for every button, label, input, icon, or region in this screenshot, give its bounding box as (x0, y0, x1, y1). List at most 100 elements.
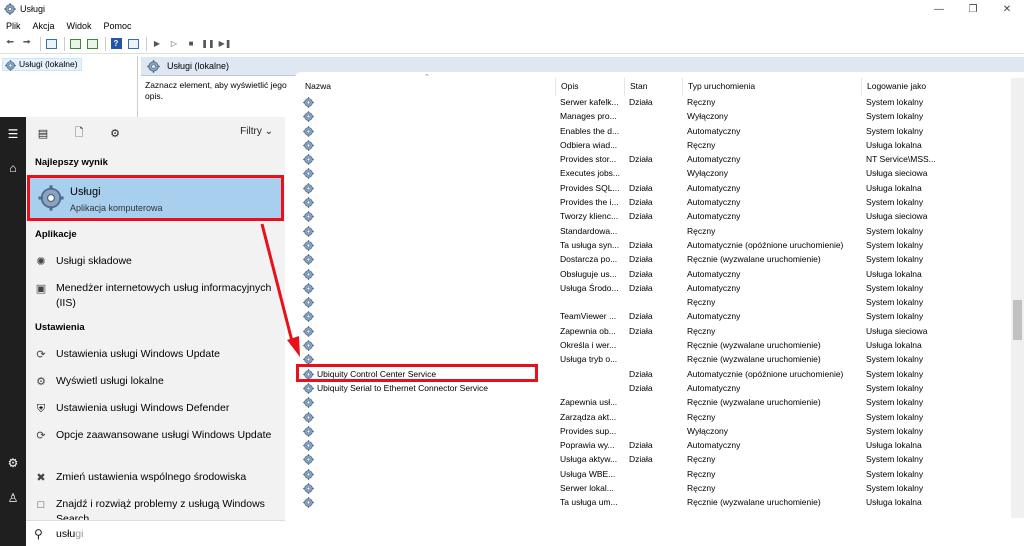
back-button[interactable]: 🠨 (3, 37, 17, 51)
export-list-button[interactable] (85, 37, 99, 51)
start-search-box[interactable]: ⚲ usługi (26, 520, 285, 546)
help-button[interactable]: ? (109, 37, 123, 51)
table-row[interactable]: Standardowa... Ręczny System lokalny (295, 224, 1024, 238)
menu-help[interactable]: Pomoc (104, 21, 132, 31)
table-row[interactable]: Dostarcza po... Działa Ręcznie (wyzwalane … (295, 252, 1024, 266)
cell-log-on-as: Usługa lokalna (866, 268, 922, 279)
settings-gear-icon[interactable]: ⚙ (3, 454, 23, 472)
service-gear-icon (303, 426, 314, 437)
pause-icon: ❚❚ (201, 39, 215, 48)
table-row[interactable]: Obsługuje us... Działa Automatyczny Usługa … (295, 267, 1024, 281)
table-row[interactable]: Usługa Środo... Działa Automatyczny System … (295, 281, 1024, 295)
table-row[interactable]: Executes jobs... Wyłączony Usługa sieciowa (295, 166, 1024, 180)
service-gear-icon (303, 383, 314, 394)
cell-description: Określa i wer... (560, 340, 617, 351)
play-service-button[interactable]: ▷ (167, 37, 181, 51)
column-name[interactable]: Nazwa (305, 81, 331, 91)
cell-state: Działa (629, 211, 653, 222)
properties-button[interactable] (126, 37, 140, 51)
column-separator[interactable] (682, 78, 683, 96)
table-row[interactable]: Ręczny System lokalny (295, 295, 1024, 309)
table-row[interactable]: Poprawia wy... Działa Automatyczny Usługa l… (295, 438, 1024, 452)
search-input[interactable]: usługi (56, 528, 83, 540)
table-row[interactable]: Zapewnia usł... Ręcznie (wyzwalane urucho… (295, 395, 1024, 409)
menu-view[interactable]: Widok (67, 21, 92, 31)
cell-description: Usługa Środo... (560, 282, 619, 293)
stop-service-button[interactable]: ■ (184, 37, 198, 51)
cell-state: Działa (629, 154, 653, 165)
home-icon[interactable]: ⌂ (3, 159, 23, 177)
column-startup-type[interactable]: Typ uruchomienia (688, 81, 755, 91)
tree-item-services-local[interactable]: Usługi (lokalne) (2, 58, 82, 71)
column-separator[interactable] (861, 78, 862, 96)
scrollbar-thumb[interactable] (1013, 300, 1022, 340)
table-row[interactable]: Provides sup... Wyłączony System lokalny (295, 424, 1024, 438)
tree-item-label: Usługi (lokalne) (19, 59, 78, 69)
menu-action[interactable]: Akcja (33, 21, 55, 31)
filters-dropdown[interactable]: Filtry ⌄ (240, 126, 273, 137)
column-separator[interactable] (624, 78, 625, 96)
feedback-icon[interactable]: ♙ (3, 489, 23, 507)
table-row[interactable]: Zarządza akt... Ręczny System lokalny (295, 410, 1024, 424)
table-row[interactable]: Ta usługa syn... Działa Automatycznie (opó… (295, 238, 1024, 252)
apps-filter-icon[interactable]: ▤ (36, 126, 50, 140)
panel-description: Zaznacz element, aby wyświetlić jego opi… (145, 80, 287, 101)
cell-log-on-as: System lokalny (866, 297, 924, 308)
minimize-button[interactable]: — (922, 0, 956, 18)
table-row[interactable]: TeamViewer ... Działa Automatyczny System l… (295, 309, 1024, 323)
column-description[interactable]: Opis (561, 81, 578, 91)
forward-button[interactable]: 🠪 (20, 37, 34, 51)
cell-startup-type: Automatycznie (opóźnione uruchomienie) (687, 368, 844, 379)
table-row[interactable]: Określa i wer... Ręcznie (wyzwalane uruch… (295, 338, 1024, 352)
table-row[interactable]: Usługa aktyw... Działa Ręczny System lokaln… (295, 452, 1024, 466)
table-row[interactable]: Tworzy klienc... Działa Automatyczny Usługa… (295, 209, 1024, 223)
vertical-scrollbar[interactable] (1011, 78, 1024, 518)
cell-log-on-as: System lokalny (866, 125, 924, 136)
setting-label: Znajdź i rozwiąż problemy z usługą Windo… (56, 498, 265, 520)
best-match-services[interactable]: Usługi Aplikacja komputerowa (27, 175, 284, 221)
play-outline-icon: ▷ (170, 39, 178, 48)
service-gear-icon (303, 283, 314, 294)
restart-service-button[interactable]: ▶❚ (218, 37, 232, 51)
documents-filter-icon[interactable]: 🗋 (72, 126, 86, 140)
start-service-button[interactable]: ▶ (150, 37, 164, 51)
cell-state: Działa (629, 382, 653, 393)
settings-filter-icon[interactable]: ⚙ (108, 126, 122, 140)
show-console-tree-button[interactable] (44, 37, 58, 51)
service-gear-icon (303, 497, 314, 508)
column-separator[interactable] (555, 78, 556, 96)
service-gear-icon (303, 97, 314, 108)
start-rail: ☰ ⌂ ⚙ ♙ (0, 117, 26, 546)
refresh-button[interactable] (68, 37, 82, 51)
table-row[interactable]: Usługa WBE... Ręczny System lokalny (295, 467, 1024, 481)
hamburger-menu-icon[interactable]: ☰ (3, 125, 23, 143)
service-gear-icon (303, 126, 314, 137)
cell-log-on-as: System lokalny (866, 239, 924, 250)
pause-service-button[interactable]: ❚❚ (201, 37, 215, 51)
console-tree: Usługi (lokalne) (0, 56, 138, 126)
services-gear-icon: ⚙ (36, 375, 46, 388)
table-row[interactable]: Manages pro... Wyłączony System lokalny (295, 109, 1024, 123)
table-row[interactable]: Provides the i... Działa Automatyczny Syste… (295, 195, 1024, 209)
column-log-on-as[interactable]: Logowanie jako (867, 81, 926, 91)
service-gear-icon (303, 154, 314, 165)
maximize-button[interactable]: ❐ (956, 0, 990, 18)
cell-log-on-as: System lokalny (866, 97, 924, 107)
table-row[interactable]: Serwer kafelk... Działa Ręczny System lokal… (295, 95, 1024, 109)
table-row[interactable]: Provides stor... Działa Automatyczny NT Ser… (295, 152, 1024, 166)
service-gear-icon (303, 211, 314, 222)
table-row[interactable]: Odbiera wiad... Ręczny Usługa lokalna (295, 138, 1024, 152)
cell-description: Manages pro... (560, 111, 617, 122)
table-row[interactable]: Enables the d... Automatyczny System lokal… (295, 124, 1024, 138)
close-button[interactable]: ✕ (990, 0, 1024, 18)
table-row[interactable]: Serwer lokal... Ręczny System lokalny (295, 481, 1024, 495)
services-list: ⌃ Nazwa Opis Stan Typ uruchomienia Logow… (295, 72, 1024, 518)
cell-description: Provides stor... (560, 154, 617, 165)
table-row[interactable]: Ta usługa um... Ręcznie (wyzwalane urucho… (295, 495, 1024, 509)
menu-file[interactable]: Plik (6, 21, 21, 31)
table-row[interactable]: Zapewnia ob... Działa Ręczny Usługa sieciow… (295, 324, 1024, 338)
table-row[interactable]: Ubiquity Serial to Ethernet Connector Se… (295, 381, 1024, 395)
refresh-icon: ⟳ (36, 429, 46, 442)
table-row[interactable]: Provides SQL... Działa Automatyczny Usługa … (295, 181, 1024, 195)
column-state[interactable]: Stan (630, 81, 648, 91)
